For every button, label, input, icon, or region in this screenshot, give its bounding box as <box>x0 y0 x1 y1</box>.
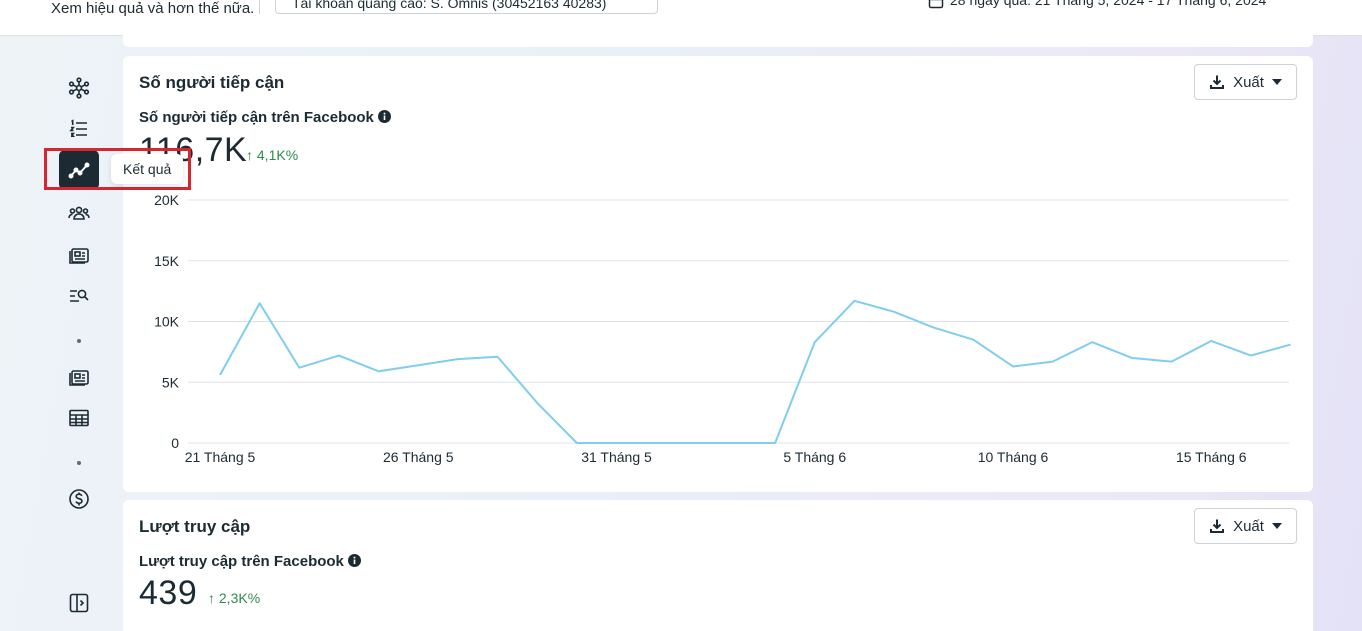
nav-audience-button[interactable] <box>59 193 99 233</box>
visits-export-button[interactable]: Xuất <box>1194 508 1297 544</box>
header-divider <box>259 0 260 14</box>
nav-panel-toggle-button[interactable] <box>59 583 99 623</box>
results-tooltip: Kết quả <box>111 154 184 184</box>
visits-metric-value: 439 <box>139 574 198 612</box>
reach-line-chart: 20K 15K 10K 5K 0 21 Tháng 5 26 Tháng 5 31 Tháng… <box>154 192 1291 465</box>
download-icon <box>1210 519 1225 533</box>
nav-network-button[interactable] <box>59 68 99 108</box>
x-tick-label: 31 Tháng 5 <box>581 449 652 465</box>
visits-card: Lượt truy cập Xuất Lượt truy cập trên Fa… <box>123 500 1313 631</box>
visits-metric-delta: ↑ 2,3K% <box>208 590 261 606</box>
y-tick-label: 20K <box>154 192 180 208</box>
y-tick-label: 0 <box>171 435 179 451</box>
x-tick-label: 21 Tháng 5 <box>185 449 256 465</box>
ad-account-selector[interactable]: Tài khoản quảng cáo: S. Omnis (30452163 … <box>275 0 658 14</box>
date-range-text: 28 ngày qua: 21 Tháng 5, 2024 - 17 Tháng… <box>950 0 1267 8</box>
reach-series-line <box>219 299 1291 444</box>
caret-down-icon <box>1271 523 1282 529</box>
reach-card: Số người tiếp cận Xuất Số người tiếp cận… <box>123 56 1313 492</box>
nav-search-list-button[interactable] <box>59 276 99 316</box>
audience-icon <box>68 206 90 220</box>
previous-card-bottom <box>123 20 1313 47</box>
table-icon <box>69 409 89 427</box>
search-list-icon <box>70 289 89 302</box>
x-tick-label: 15 Tháng 6 <box>1176 449 1247 465</box>
nav-ads-button[interactable] <box>59 235 99 275</box>
calendar-icon <box>928 0 944 9</box>
nav-separator-dot <box>77 461 81 465</box>
visits-export-label: Xuất <box>1233 517 1264 535</box>
nav-separator-dot <box>77 339 81 343</box>
info-icon[interactable] <box>347 554 361 567</box>
nav-billing-button[interactable] <box>59 479 99 519</box>
nav-list-button[interactable] <box>59 109 99 149</box>
visits-metric-label: Lượt truy cập trên Facebook <box>139 553 361 570</box>
x-tick-label: 26 Tháng 5 <box>383 449 454 465</box>
panel-toggle-icon <box>69 593 89 613</box>
billing-dollar-icon <box>69 489 89 509</box>
left-nav-sidebar <box>0 36 118 631</box>
date-range-picker[interactable]: 28 ngày qua: 21 Tháng 5, 2024 - 17 Tháng… <box>928 0 1266 9</box>
numbered-list-icon <box>69 119 87 137</box>
ad-card-icon <box>69 370 89 386</box>
y-tick-label: 10K <box>154 314 180 330</box>
visits-metric-label-text: Lượt truy cập trên Facebook <box>139 553 344 570</box>
y-tick-label: 5K <box>162 374 180 390</box>
ad-card-icon <box>69 248 89 264</box>
visits-card-title: Lượt truy cập <box>139 517 251 536</box>
x-tick-label: 5 Tháng 6 <box>783 449 846 465</box>
nav-ads-secondary-button[interactable] <box>59 357 99 397</box>
x-tick-label: 10 Tháng 6 <box>978 449 1049 465</box>
nav-table-button[interactable] <box>59 398 99 438</box>
y-tick-label: 15K <box>154 253 180 269</box>
page-subtitle: Xem hiệu quả và hơn thế nữa. <box>51 0 255 17</box>
network-icon <box>68 77 90 99</box>
